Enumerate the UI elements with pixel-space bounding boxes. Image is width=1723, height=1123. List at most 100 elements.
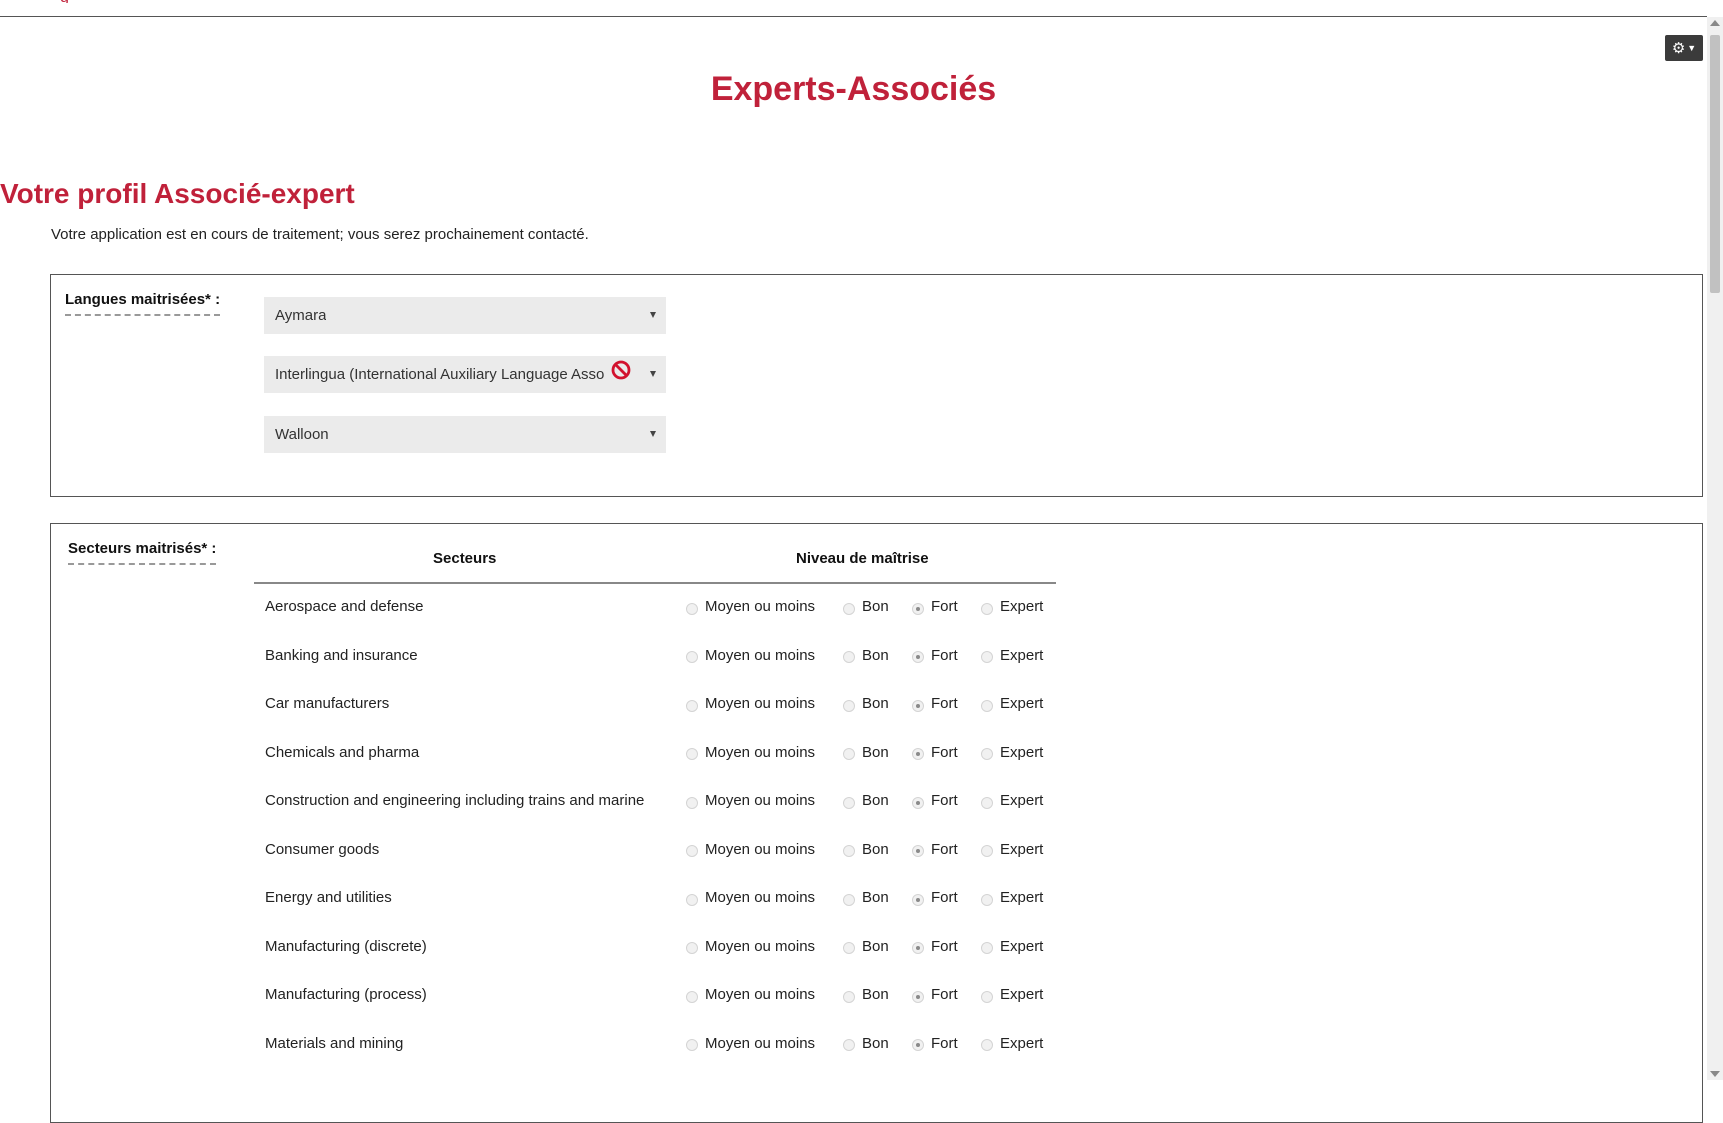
level-option[interactable]: Bon: [843, 1035, 889, 1052]
level-radio[interactable]: [843, 1039, 855, 1051]
level-radio[interactable]: [843, 990, 855, 1003]
level-option[interactable]: Bon: [843, 744, 889, 761]
sectors-panel: Secteurs maitrisés* : Secteurs Niveau de…: [50, 523, 1703, 1123]
level-radio[interactable]: [686, 602, 698, 615]
level-option-label: Moyen ou moins: [705, 743, 816, 761]
level-option[interactable]: Moyen ou moins: [686, 938, 815, 955]
level-option[interactable]: Moyen ou moins: [686, 1035, 815, 1052]
level-radio[interactable]: [686, 990, 698, 1003]
sector-name: Materials and mining: [265, 1034, 404, 1052]
level-option[interactable]: Moyen ou moins: [686, 598, 815, 615]
level-option[interactable]: Bon: [843, 647, 889, 664]
level-radio[interactable]: [843, 699, 855, 712]
level-option[interactable]: Moyen ou moins: [686, 889, 815, 906]
level-radio[interactable]: [912, 845, 924, 857]
level-radio[interactable]: [981, 845, 993, 857]
level-option-label: Expert: [1000, 1034, 1044, 1052]
level-option[interactable]: Expert: [981, 938, 1043, 955]
level-radio[interactable]: [686, 699, 698, 712]
level-radio[interactable]: [843, 602, 855, 615]
level-radio[interactable]: [843, 748, 855, 760]
level-radio[interactable]: [912, 1039, 924, 1051]
level-radio[interactable]: [912, 602, 924, 615]
level-radio[interactable]: [912, 699, 924, 712]
level-option-label: Bon: [862, 646, 889, 664]
level-radio[interactable]: [686, 1039, 698, 1051]
level-radio[interactable]: [686, 893, 698, 906]
vertical-scrollbar[interactable]: [1707, 17, 1723, 1080]
level-radio[interactable]: [843, 893, 855, 906]
scrollbar-thumb[interactable]: [1710, 35, 1720, 293]
table-row: Consumer goods Moyen ou moins Bon Fort Exper…: [51, 841, 1101, 871]
level-option[interactable]: Expert: [981, 744, 1043, 761]
level-option[interactable]: Fort: [912, 986, 958, 1003]
level-option[interactable]: Fort: [912, 695, 958, 712]
level-option[interactable]: Fort: [912, 938, 958, 955]
level-radio[interactable]: [843, 942, 855, 954]
level-option[interactable]: Fort: [912, 647, 958, 664]
level-radio[interactable]: [981, 893, 993, 906]
level-radio[interactable]: [686, 796, 698, 809]
level-option-label: Moyen ou moins: [705, 598, 816, 615]
level-radio[interactable]: [686, 748, 698, 760]
language-select-1[interactable]: Aymara: [264, 297, 666, 334]
level-option[interactable]: Fort: [912, 744, 958, 761]
level-option[interactable]: Moyen ou moins: [686, 792, 815, 809]
level-radio[interactable]: [912, 893, 924, 906]
scroll-up-arrow-icon[interactable]: [1710, 20, 1720, 26]
dropdown-caret-icon: [650, 371, 656, 377]
level-option[interactable]: Bon: [843, 792, 889, 809]
level-option[interactable]: Fort: [912, 1035, 958, 1052]
level-option[interactable]: Expert: [981, 986, 1043, 1003]
level-radio[interactable]: [686, 845, 698, 857]
level-radio[interactable]: [912, 942, 924, 954]
language-select-2[interactable]: Interlingua (International Auxiliary Lan…: [264, 356, 666, 393]
level-option[interactable]: Expert: [981, 647, 1043, 664]
level-radio[interactable]: [981, 990, 993, 1003]
level-radio[interactable]: [981, 1039, 993, 1051]
level-radio[interactable]: [912, 748, 924, 760]
level-option[interactable]: Bon: [843, 598, 889, 615]
level-option[interactable]: Moyen ou moins: [686, 744, 815, 761]
level-radio[interactable]: [843, 651, 855, 663]
level-option[interactable]: Bon: [843, 695, 889, 712]
level-radio[interactable]: [843, 796, 855, 809]
level-option[interactable]: Bon: [843, 889, 889, 906]
level-option[interactable]: Expert: [981, 695, 1043, 712]
level-option[interactable]: Moyen ou moins: [686, 841, 815, 858]
level-radio[interactable]: [981, 602, 993, 615]
level-option-label: Expert: [1000, 840, 1044, 858]
level-option[interactable]: Bon: [843, 841, 889, 858]
level-option[interactable]: Moyen ou moins: [686, 647, 815, 664]
level-radio[interactable]: [843, 845, 855, 857]
level-option-label: Fort: [931, 840, 958, 858]
level-radio[interactable]: [686, 651, 698, 663]
level-option-label: Bon: [862, 840, 889, 858]
level-option[interactable]: Expert: [981, 598, 1043, 615]
level-option[interactable]: Moyen ou moins: [686, 695, 815, 712]
scroll-down-arrow-icon[interactable]: [1710, 1071, 1720, 1077]
level-option[interactable]: Expert: [981, 841, 1043, 858]
level-radio[interactable]: [912, 651, 924, 663]
level-radio[interactable]: [981, 651, 993, 663]
level-option[interactable]: Expert: [981, 889, 1043, 906]
level-option[interactable]: Moyen ou moins: [686, 986, 815, 1003]
level-option[interactable]: Fort: [912, 889, 958, 906]
level-radio[interactable]: [981, 942, 993, 954]
level-option[interactable]: Expert: [981, 1035, 1043, 1052]
level-option[interactable]: Bon: [843, 986, 889, 1003]
level-radio[interactable]: [912, 990, 924, 1003]
level-option[interactable]: Fort: [912, 792, 958, 809]
language-select-value: Interlingua (International Auxiliary Lan…: [275, 366, 605, 383]
level-option[interactable]: Expert: [981, 792, 1043, 809]
level-radio[interactable]: [686, 942, 698, 954]
level-radio[interactable]: [912, 796, 924, 809]
level-radio[interactable]: [981, 748, 993, 760]
level-option[interactable]: Bon: [843, 938, 889, 955]
level-option[interactable]: Fort: [912, 598, 958, 615]
level-option[interactable]: Fort: [912, 841, 958, 858]
level-radio[interactable]: [981, 699, 993, 712]
settings-button[interactable]: ⚙ ▼: [1665, 35, 1703, 61]
language-select-3[interactable]: Walloon: [264, 416, 666, 453]
level-radio[interactable]: [981, 796, 993, 809]
